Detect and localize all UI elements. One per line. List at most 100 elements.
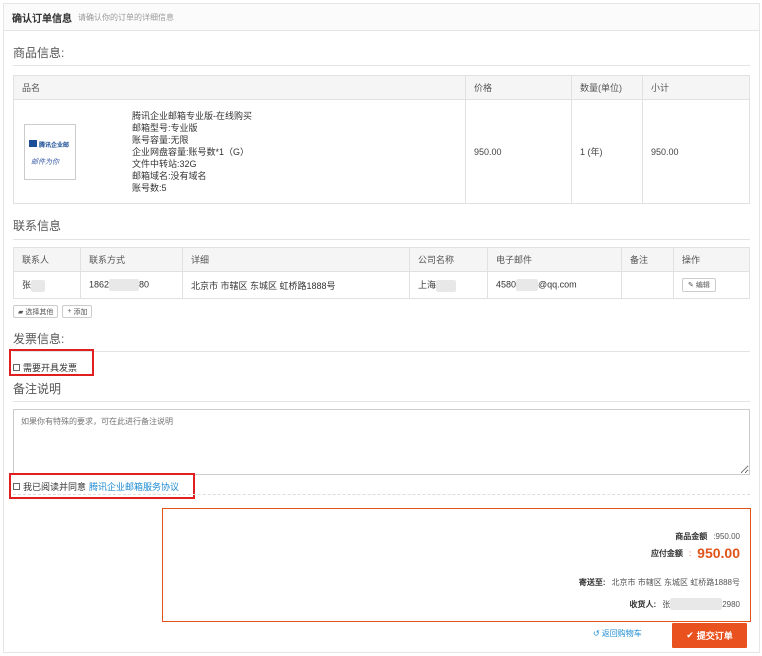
goods-amount-label: 商品金额 xyxy=(675,532,708,541)
masked-text xyxy=(436,279,457,292)
column-header: 数量(单位) xyxy=(571,75,643,100)
back-arrow-icon: ↺ xyxy=(593,629,600,638)
column-header: 价格 xyxy=(465,75,572,100)
price-cell: 950.00 xyxy=(465,99,572,204)
company-start: 上海 xyxy=(418,280,437,291)
back-to-cart-link[interactable]: ↺ 返回购物车 xyxy=(593,628,642,639)
plus-icon: + xyxy=(67,308,72,315)
divider xyxy=(13,401,750,402)
order-confirm-page: 确认订单信息 请确认你的订单的详细信息 商品信息: 品名 价格 数量(单位) 小… xyxy=(3,3,760,653)
product-line: 文件中转站:32G xyxy=(132,158,197,169)
receiver-row: 收货人: 张 2980 xyxy=(630,598,740,610)
column-header: 公司名称 xyxy=(409,247,488,272)
ship-to-row: 寄送至: 北京市 市辖区 东城区 虹桥路1888号 xyxy=(579,577,740,588)
column-header: 联系人 xyxy=(13,247,81,272)
divider xyxy=(13,65,750,66)
edit-icon: ✎ xyxy=(688,282,694,289)
payable-label: 应付金额 xyxy=(650,548,683,558)
product-section-title: 商品信息: xyxy=(13,46,65,60)
order-summary: 商品金额 :950.00 应付金额 : 950.00 寄送至: 北京市 市辖区 … xyxy=(162,508,751,622)
divider xyxy=(13,351,750,352)
agreement-prefix: 我已阅读并同意 xyxy=(23,482,87,492)
submit-order-label: 提交订单 xyxy=(696,631,733,641)
contact-company-cell: 上海 xyxy=(409,271,488,299)
column-header: 操作 xyxy=(673,247,750,272)
folder-icon: ▰ xyxy=(18,308,24,316)
table-header-row: 联系人 联系方式 详细 公司名称 电子邮件 备注 操作 xyxy=(13,247,750,272)
divider xyxy=(13,239,750,240)
contact-actions: ▰ 选择其他 + 添加 xyxy=(13,305,93,318)
product-line: 腾讯企业邮箱专业版-在线购买 xyxy=(132,110,252,121)
contact-note-cell xyxy=(621,271,674,299)
email-end: @qq.com xyxy=(538,279,577,290)
masked-text xyxy=(109,279,140,291)
add-label: 添加 xyxy=(73,308,88,316)
receiver-label: 收货人: xyxy=(629,599,657,609)
agreement-checkbox[interactable] xyxy=(13,483,20,490)
quantity-cell: 1 (年) xyxy=(571,99,643,204)
check-icon: ✔ xyxy=(686,630,694,640)
select-other-label: 选择其他 xyxy=(25,308,54,316)
contact-phone-cell: 1862 80 xyxy=(80,271,183,299)
tencent-logo-icon xyxy=(29,139,37,147)
payable-amount: 950.00 xyxy=(697,545,740,561)
subtotal-cell: 950.00 xyxy=(642,99,750,204)
column-header: 品名 xyxy=(13,75,466,100)
edit-button[interactable]: ✎ 编辑 xyxy=(682,278,716,292)
payable-colon: : xyxy=(688,548,692,558)
payable-row: 应付金额 : 950.00 xyxy=(651,545,740,561)
table-row: 张 1862 80 北京市 市辖区 东城区 虹桥路1888号 上海 4580 @qq… xyxy=(13,271,750,299)
ship-to-label: 寄送至: xyxy=(578,578,606,587)
product-table: 品名 价格 数量(单位) 小计 腾讯企业邮 邮件为你 腾讯企业邮箱专业版-在线购… xyxy=(13,75,750,204)
phone-start: 1862 xyxy=(89,279,110,290)
column-header: 联系方式 xyxy=(80,247,183,272)
table-header-row: 品名 价格 数量(单位) 小计 xyxy=(13,75,750,100)
product-line: 邮箱型号:专业版 xyxy=(132,122,198,133)
divider xyxy=(13,494,750,495)
product-line: 企业网盘容量:账号数*1（G） xyxy=(132,146,250,157)
invoice-section-title: 发票信息: xyxy=(13,332,65,346)
masked-text xyxy=(516,279,539,291)
product-cell: 腾讯企业邮 邮件为你 腾讯企业邮箱专业版-在线购买 邮箱型号:专业版 账号容量:… xyxy=(13,99,466,204)
page-subtitle: 请确认你的订单的详细信息 xyxy=(78,12,174,22)
contact-name: 张 xyxy=(22,280,32,291)
invoice-checkbox[interactable] xyxy=(13,364,20,371)
masked-text xyxy=(31,279,46,292)
contact-action-cell: ✎ 编辑 xyxy=(673,271,750,299)
contact-email-cell: 4580 @qq.com xyxy=(487,271,622,299)
column-header: 小计 xyxy=(642,75,750,100)
table-row: 腾讯企业邮 邮件为你 腾讯企业邮箱专业版-在线购买 邮箱型号:专业版 账号容量:… xyxy=(13,99,750,204)
column-header: 备注 xyxy=(621,247,674,272)
contact-section-title: 联系信息 xyxy=(13,219,62,233)
contact-name-cell: 张 xyxy=(13,271,81,299)
product-line: 账号容量:无限 xyxy=(132,134,189,145)
receiver-end: 2980 xyxy=(722,599,740,609)
submit-order-button[interactable]: ✔ 提交订单 xyxy=(672,623,747,648)
email-start: 4580 xyxy=(496,279,517,290)
agreement-row[interactable]: 我已阅读并同意 腾讯企业邮箱服务协议 xyxy=(13,480,179,493)
phone-end: 80 xyxy=(139,279,150,290)
ship-to-value: 北京市 市辖区 东城区 虹桥路1888号 xyxy=(611,578,740,587)
image-signature: 邮件为你 xyxy=(31,158,59,166)
product-description: 腾讯企业邮箱专业版-在线购买 邮箱型号:专业版 账号容量:无限 企业网盘容量:账… xyxy=(132,110,252,194)
product-line: 账号数:5 xyxy=(132,182,167,193)
add-contact-button[interactable]: + 添加 xyxy=(62,305,93,318)
receiver-start: 张 xyxy=(662,599,671,609)
image-label: 腾讯企业邮 xyxy=(39,142,70,149)
contact-address-cell: 北京市 市辖区 东城区 虹桥路1888号 xyxy=(182,271,410,299)
column-header: 电子邮件 xyxy=(487,247,622,272)
masked-text xyxy=(670,598,723,610)
product-line: 邮箱域名:没有域名 xyxy=(132,170,207,181)
remark-section-title: 备注说明 xyxy=(13,382,62,396)
page-header: 确认订单信息 请确认你的订单的详细信息 xyxy=(4,4,759,31)
invoice-checkbox-label: 需要开具发票 xyxy=(23,363,78,373)
edit-button-label: 编辑 xyxy=(695,282,710,289)
agreement-link[interactable]: 腾讯企业邮箱服务协议 xyxy=(89,480,179,493)
remark-textarea[interactable] xyxy=(13,409,750,475)
invoice-checkbox-row[interactable]: 需要开具发票 xyxy=(13,361,77,374)
product-image[interactable]: 腾讯企业邮 邮件为你 xyxy=(24,123,76,180)
page-title: 确认订单信息 xyxy=(12,13,72,25)
select-other-button[interactable]: ▰ 选择其他 xyxy=(13,305,59,318)
goods-amount-row: 商品金额 :950.00 xyxy=(675,531,740,542)
back-to-cart-label: 返回购物车 xyxy=(601,629,642,638)
